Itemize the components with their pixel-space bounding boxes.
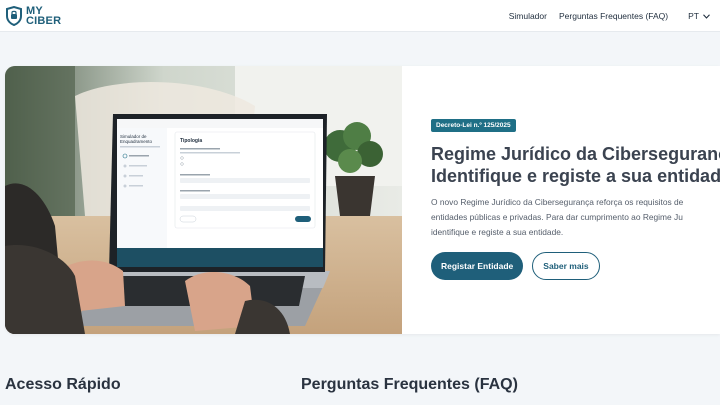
main-nav: Simulador Perguntas Frequentes (FAQ) PT: [497, 0, 710, 32]
hero-desc-line2: entidades públicas e privadas. Para dar …: [431, 212, 683, 222]
screen-panel-title: Tipologia: [180, 138, 202, 144]
language-label: PT: [688, 11, 699, 21]
faq-heading: Perguntas Frequentes (FAQ): [301, 376, 518, 393]
nav-faq-link[interactable]: Perguntas Frequentes (FAQ): [559, 11, 668, 21]
hero-content: Decreto-Lei n.º 125/2025 Regime Jurídico…: [431, 114, 720, 280]
nav-simulador-link[interactable]: Simulador: [509, 11, 547, 21]
hero-illustration: Simulador de Enquadramento Tipologia: [5, 66, 402, 334]
hero-desc-line3: identifique e registe a sua entidade.: [431, 227, 564, 237]
shield-icon: [5, 5, 23, 27]
logo[interactable]: MY CIBER: [5, 5, 61, 27]
screen-sidebar-title-2: Enquadramento: [120, 139, 153, 144]
hero-description: O novo Regime Jurídico da Cibersegurança…: [431, 195, 720, 240]
chevron-down-icon: [703, 11, 710, 21]
hero-title-line1: Regime Jurídico da Cibersegurança: [431, 144, 720, 164]
hero-buttons: Registar Entidade Saber mais: [431, 252, 720, 280]
hero-title: Regime Jurídico da Cibersegurança Identi…: [431, 143, 720, 187]
hero-banner: Simulador de Enquadramento Tipologia Dec…: [5, 66, 720, 334]
language-selector[interactable]: PT: [688, 11, 710, 21]
quick-access-heading: Acesso Rápido: [5, 376, 121, 393]
decree-badge: Decreto-Lei n.º 125/2025: [431, 119, 516, 132]
logo-text: MY CIBER: [26, 6, 62, 27]
logo-text-line2: CIBER: [26, 15, 62, 27]
learn-more-button[interactable]: Saber mais: [532, 252, 600, 280]
register-entity-button[interactable]: Registar Entidade: [431, 252, 524, 280]
site-header: MY CIBER Simulador Perguntas Frequentes …: [0, 0, 720, 32]
hero-desc-line1: O novo Regime Jurídico da Cibersegurança…: [431, 197, 684, 207]
hero-title-line2: Identifique e registe a sua entidade: [431, 166, 720, 186]
